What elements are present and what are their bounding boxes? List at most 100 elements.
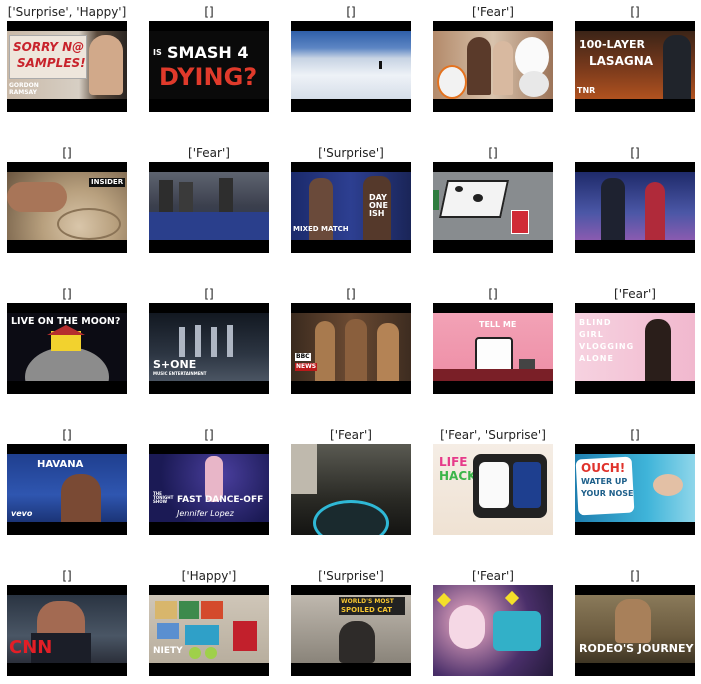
overlay-text: WORLD'S MOST (341, 598, 394, 605)
tile-21: [] CNN (7, 564, 127, 684)
tile-caption: [] (62, 428, 72, 442)
tile-thumbnail: LIVE ON THE MOON? (7, 303, 127, 394)
tile-11: [] LIVE ON THE MOON? (7, 282, 127, 402)
overlay-text: LASAGNA (589, 54, 654, 68)
tile-caption: ['Surprise'] (318, 146, 384, 160)
overlay-text: ALONE (579, 354, 614, 363)
overlay-text: RAMSAY (9, 89, 37, 96)
tile-caption: ['Fear'] (472, 5, 514, 19)
overlay-text: DYING? (159, 63, 258, 91)
tile-5: [] 100-LAYER LASAGNA TNR (575, 0, 695, 120)
overlay-text: VLOGGING (579, 342, 635, 351)
tile-thumbnail (433, 21, 553, 112)
tile-19: ['Fear', 'Surprise'] LIFE HACKS (433, 423, 553, 543)
tile-25: [] RODEO'S JOURNEY (575, 564, 695, 684)
tile-caption: ['Fear'] (330, 428, 372, 442)
overlay-text: BBC (295, 353, 311, 361)
tile-caption: [] (630, 5, 640, 19)
tile-caption: ['Fear'] (472, 569, 514, 583)
tile-thumbnail: 100-LAYER LASAGNA TNR (575, 21, 695, 112)
tile-thumbnail: IS SMASH 4 DYING? (149, 21, 269, 112)
overlay-text: vevo (11, 509, 33, 518)
overlay-text: GIRL (579, 330, 604, 339)
tile-22: ['Happy'] NIETY (149, 564, 269, 684)
tile-thumbnail (291, 21, 411, 112)
tile-8: ['Surprise'] MIXED MATCH DAY ONE ISH (291, 141, 411, 261)
tile-thumbnail: SORRY N@ SAMPLES! GORDON RAMSAY (7, 21, 127, 112)
overlay-text: DAY ONE ISH (369, 193, 388, 218)
tile-16: [] HAVANA vevo (7, 423, 127, 543)
overlay-text: Jennifer Lopez (177, 509, 234, 518)
tile-thumbnail: S+ONE MUSIC ENTERTAINMENT (149, 303, 269, 394)
overlay-text: BLIND (579, 318, 612, 327)
tile-2: [] IS SMASH 4 DYING? (149, 0, 269, 120)
tile-caption: [] (630, 569, 640, 583)
tile-thumbnail: TELL ME (433, 303, 553, 394)
tile-caption: ['Fear'] (614, 287, 656, 301)
overlay-text: HAVANA (37, 459, 84, 470)
tile-12: [] S+ONE MUSIC ENTERTAINMENT (149, 282, 269, 402)
tile-thumbnail: RODEO'S JOURNEY (575, 585, 695, 676)
tile-thumbnail: BBC NEWS (291, 303, 411, 394)
overlay-text: WATER UP (581, 477, 628, 486)
tile-caption: [] (346, 5, 356, 19)
overlay-text: SORRY N@ (13, 40, 85, 54)
tile-thumbnail (433, 162, 553, 253)
overlay-text: SAMPLES! (17, 56, 86, 70)
tile-thumbnail: HAVANA vevo (7, 444, 127, 535)
overlay-text: S+ONE (153, 358, 197, 371)
tile-20: [] OUCH! WATER UP YOUR NOSE (575, 423, 695, 543)
tile-thumbnail: MIXED MATCH DAY ONE ISH (291, 162, 411, 253)
tile-1: ['Surprise', 'Happy'] SORRY N@ SAMPLES! … (7, 0, 127, 120)
thumbnail-grid: ['Surprise', 'Happy'] SORRY N@ SAMPLES! … (0, 0, 701, 678)
overlay-text: SMASH 4 (167, 43, 249, 62)
tile-23: ['Surprise'] WORLD'S MOST SPOILED CAT (291, 564, 411, 684)
tile-thumbnail: LIFE HACKS (433, 444, 553, 535)
tile-caption: ['Surprise', 'Happy'] (7, 5, 127, 19)
overlay-text: LIFE (439, 455, 468, 469)
tile-thumbnail: WORLD'S MOST SPOILED CAT (291, 585, 411, 676)
overlay-text: FAST DANCE-OFF (177, 495, 264, 505)
tile-caption: ['Fear'] (188, 146, 230, 160)
tile-10: [] (575, 141, 695, 261)
tile-caption: [] (204, 428, 214, 442)
tile-thumbnail (433, 585, 553, 676)
tile-caption: [] (204, 287, 214, 301)
overlay-text: NEWS (295, 363, 318, 371)
tile-caption: [] (630, 428, 640, 442)
overlay-text: IS (153, 48, 162, 57)
overlay-text: YOUR NOSE (581, 489, 634, 498)
overlay-text: OUCH! (581, 461, 626, 475)
tile-4: ['Fear'] (433, 0, 553, 120)
tile-thumbnail (291, 444, 411, 535)
tile-caption: ['Surprise'] (318, 569, 384, 583)
tile-13: [] BBC NEWS (291, 282, 411, 402)
tile-thumbnail: NIETY (149, 585, 269, 676)
tile-15: ['Fear'] BLIND GIRL VLOGGING ALONE (575, 282, 695, 402)
tile-thumbnail: CNN (7, 585, 127, 676)
tile-6: [] INSIDER (7, 141, 127, 261)
overlay-text: INSIDER (89, 178, 126, 187)
tile-18: ['Fear'] (291, 423, 411, 543)
tile-thumbnail (575, 162, 695, 253)
tile-thumbnail: BLIND GIRL VLOGGING ALONE (575, 303, 695, 394)
overlay-text: TELL ME (479, 320, 517, 329)
tile-caption: ['Happy'] (181, 569, 237, 583)
tile-9: [] (433, 141, 553, 261)
tile-thumbnail: INSIDER (7, 162, 127, 253)
tile-caption: [] (488, 146, 498, 160)
tile-thumbnail (149, 162, 269, 253)
tile-caption: [] (62, 287, 72, 301)
tile-caption: ['Fear', 'Surprise'] (440, 428, 546, 442)
tile-thumbnail: OUCH! WATER UP YOUR NOSE (575, 444, 695, 535)
overlay-text: THE TONIGHT SHOW (153, 491, 174, 504)
tile-caption: [] (346, 287, 356, 301)
overlay-text: NIETY (153, 646, 183, 656)
tile-17: [] THE TONIGHT SHOW FAST DANCE-OFF Jenni… (149, 423, 269, 543)
tile-caption: [] (62, 569, 72, 583)
tile-caption: [] (488, 287, 498, 301)
tile-caption: [] (204, 5, 214, 19)
overlay-text: CNN (9, 637, 53, 658)
tile-14: [] TELL ME (433, 282, 553, 402)
tile-24: ['Fear'] (433, 564, 553, 684)
